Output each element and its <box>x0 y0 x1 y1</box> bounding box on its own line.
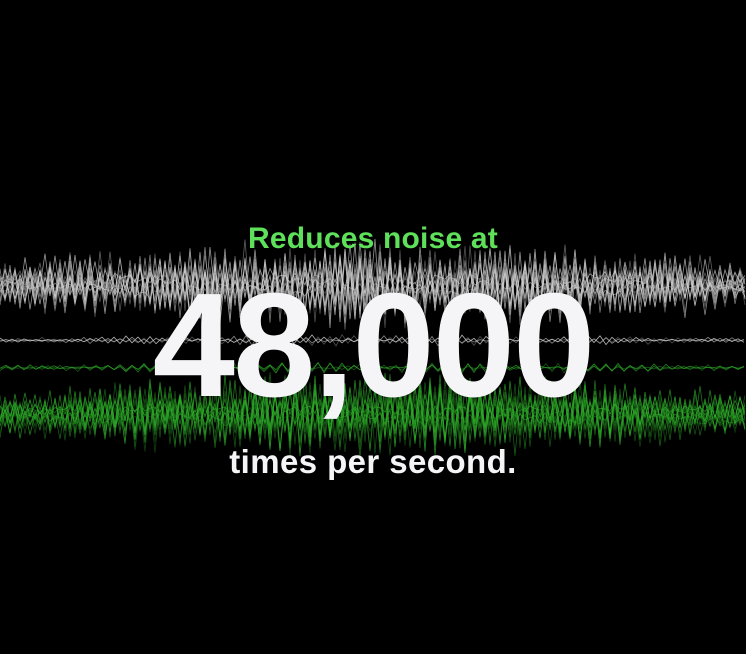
hero-stage: Reduces noise at 48,000 times per second… <box>0 0 746 654</box>
eyebrow-text: Reduces noise at <box>248 222 498 255</box>
subline-text: times per second. <box>229 443 517 480</box>
headline-figure: 48,000 <box>152 263 596 428</box>
